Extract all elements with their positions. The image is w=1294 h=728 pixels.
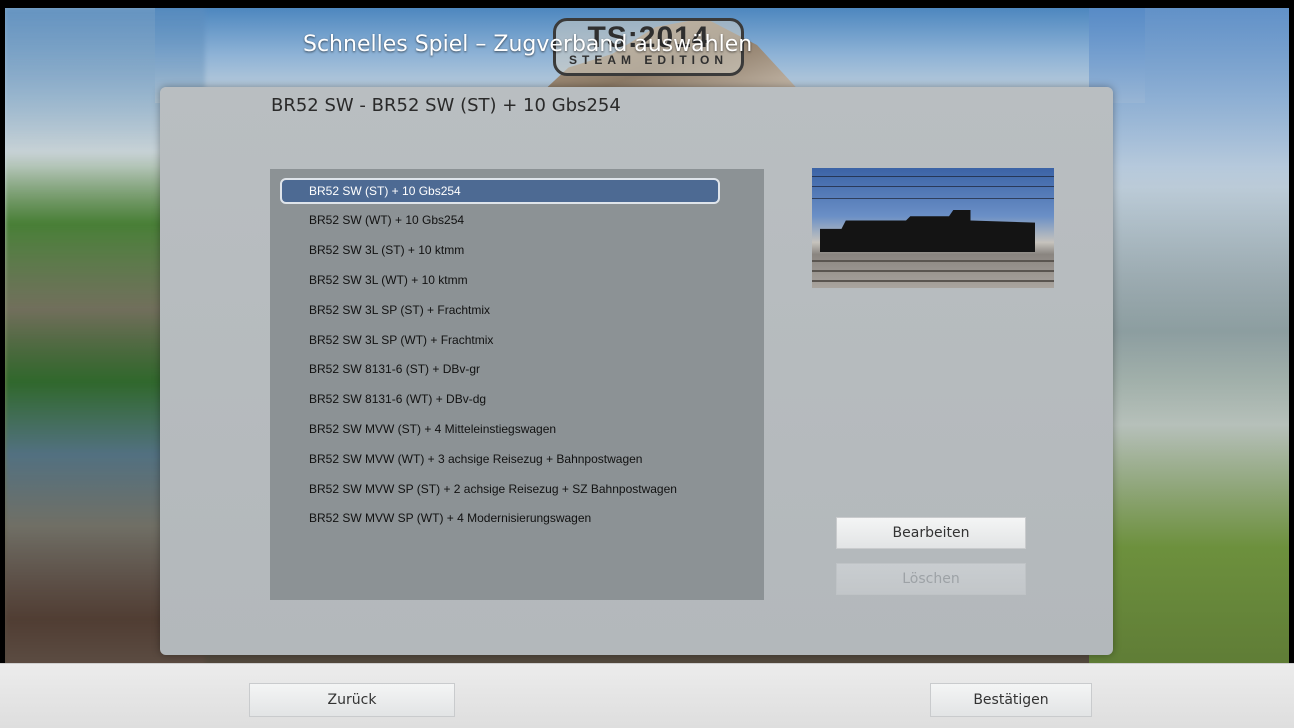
list-item[interactable]: BR52 SW MVW (WT) + 3 achsige Reisezug + … xyxy=(280,446,720,472)
list-item[interactable]: BR52 SW 3L (ST) + 10 ktmm xyxy=(280,237,720,263)
list-item[interactable]: BR52 SW (WT) + 10 Gbs254 xyxy=(280,207,720,233)
screen-title: Schnelles Spiel – Zugverband auswählen xyxy=(303,32,753,57)
selected-consist-title: BR52 SW - BR52 SW (ST) + 10 Gbs254 xyxy=(271,95,621,116)
list-item[interactable]: BR52 SW 8131-6 (ST) + DBv-gr xyxy=(280,356,720,382)
list-item[interactable]: BR52 SW 3L SP (ST) + Frachtmix xyxy=(280,297,720,323)
right-scenery xyxy=(1089,8,1289,727)
list-item[interactable]: BR52 SW MVW (ST) + 4 Mitteleinstiegswage… xyxy=(280,416,720,442)
list-item-selected[interactable]: BR52 SW (ST) + 10 Gbs254 xyxy=(280,178,720,204)
consist-list[interactable]: BR52 SW (ST) + 10 Gbs254 BR52 SW (WT) + … xyxy=(270,169,764,600)
locomotive-icon xyxy=(820,210,1035,252)
confirm-button[interactable]: Bestätigen xyxy=(930,683,1092,717)
back-button[interactable]: Zurück xyxy=(249,683,455,717)
list-item[interactable]: BR52 SW 3L SP (WT) + Frachtmix xyxy=(280,327,720,353)
consist-selection-panel: BR52 SW - BR52 SW (ST) + 10 Gbs254 BR52 … xyxy=(160,87,1113,655)
bottom-bar: Zurück Bestätigen xyxy=(0,663,1294,728)
list-item[interactable]: BR52 SW 3L (WT) + 10 ktmm xyxy=(280,267,720,293)
list-item[interactable]: BR52 SW 8131-6 (WT) + DBv-dg xyxy=(280,386,720,412)
list-item[interactable]: BR52 SW MVW SP (WT) + 4 Modernisierungsw… xyxy=(280,505,720,531)
delete-button[interactable]: Löschen xyxy=(836,563,1026,595)
edit-button[interactable]: Bearbeiten xyxy=(836,517,1026,549)
consist-preview-image xyxy=(812,168,1054,288)
list-item[interactable]: BR52 SW MVW SP (ST) + 2 achsige Reisezug… xyxy=(280,476,720,502)
